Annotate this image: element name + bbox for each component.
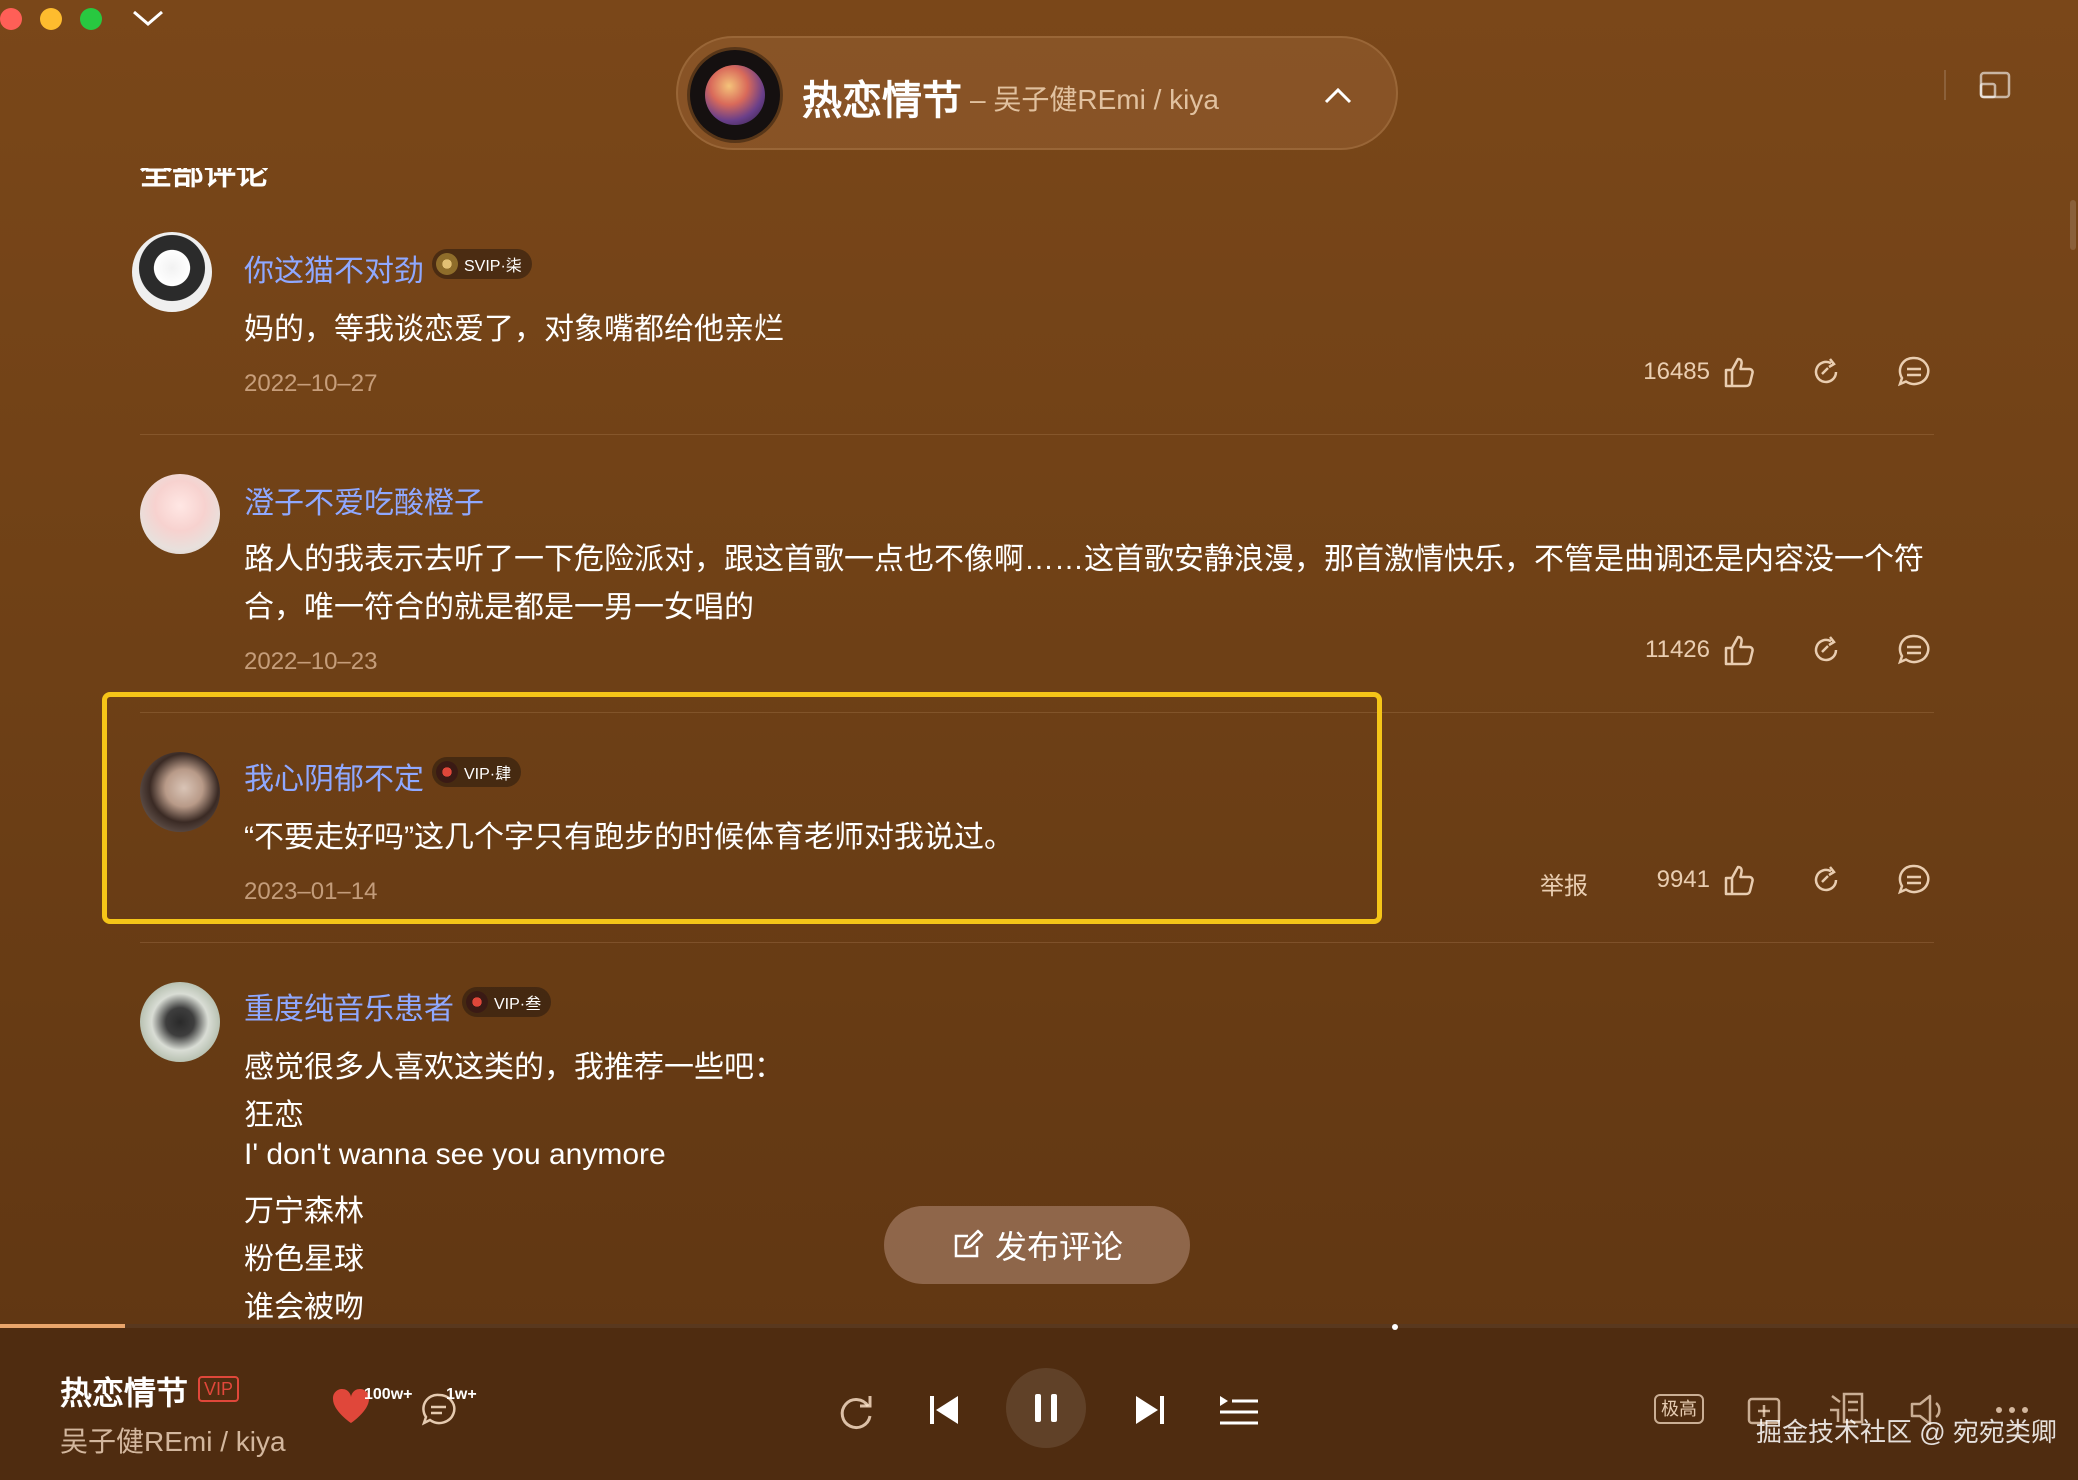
header-song-title: 热恋情节 <box>802 79 962 123</box>
share-icon[interactable] <box>1808 354 1844 390</box>
comment-date: 2023–01–14 <box>244 878 378 905</box>
comment-username[interactable]: 你这猫不对劲 <box>244 246 424 290</box>
mini-mode-icon[interactable] <box>1978 70 2012 100</box>
player-artist[interactable]: 吴子健REmi / kiya <box>60 1420 286 1460</box>
quality-label: 极高 <box>1661 1399 1697 1419</box>
avatar[interactable] <box>140 474 220 554</box>
vip-badge: VIP·肆 <box>432 757 522 787</box>
comment-divider <box>140 942 1934 943</box>
comment-text-line: 狂恋 <box>244 1099 304 1132</box>
thumbs-up-icon[interactable] <box>1720 862 1756 898</box>
like-count: 16485 <box>1643 358 1710 385</box>
close-window-button[interactable] <box>0 8 22 30</box>
comment-text-line: I' don't wanna see you anymore <box>244 1138 666 1171</box>
chevron-up-icon[interactable] <box>1318 76 1358 116</box>
album-art <box>705 65 765 125</box>
comment-username[interactable]: 澄子不爱吃酸橙子 <box>244 478 484 522</box>
progress-track[interactable] <box>0 1324 2078 1328</box>
previous-track-icon[interactable] <box>924 1390 964 1430</box>
repeat-icon[interactable] <box>832 1388 878 1434</box>
next-track-icon[interactable] <box>1130 1390 1170 1430</box>
pause-button[interactable] <box>1006 1368 1086 1448</box>
album-disc <box>690 50 780 140</box>
thumbs-up-icon[interactable] <box>1720 632 1756 668</box>
vip-badge: VIP·叁 <box>462 987 552 1017</box>
like-count: 11426 <box>1645 636 1710 663</box>
comment-text-line: 合，唯一符合的就是都是一男一女唱的 <box>244 591 754 624</box>
share-icon[interactable] <box>1808 632 1844 668</box>
comment-total: 1w+ <box>446 1386 477 1403</box>
avatar[interactable] <box>140 982 220 1062</box>
comment-text-line: 感觉很多人喜欢这类的，我推荐一些吧： <box>244 1051 784 1084</box>
reply-icon[interactable] <box>1896 354 1932 390</box>
pause-icon <box>1035 1394 1057 1422</box>
avatar[interactable] <box>132 232 212 312</box>
now-playing-header[interactable]: 热恋情节 – 吴子健REmi / kiya <box>676 36 1398 150</box>
watermark: 掘金技术社区 @ 宛宛类卿 <box>1756 1417 2057 1447</box>
comment-username[interactable]: 重度纯音乐患者 <box>244 984 454 1028</box>
reply-icon[interactable] <box>1896 862 1932 898</box>
comment-text-line: 路人的我表示去听了一下危险派对，跟这首歌一点也不像啊……这首歌安静浪漫，那首激情… <box>244 543 1924 576</box>
publish-comment-label: 发布评论 <box>994 1229 1123 1265</box>
maximize-window-button[interactable] <box>80 8 102 30</box>
vip-badge-icon <box>466 991 488 1013</box>
comment-text: “不要走好吗”这几个字只有跑步的时候体育老师对我说过。 <box>244 821 1014 854</box>
share-icon[interactable] <box>1808 862 1844 898</box>
comment-text-line: 谁会被吻 <box>244 1291 364 1324</box>
scrollbar-thumb[interactable] <box>2070 200 2076 250</box>
edit-icon <box>954 1229 984 1258</box>
vip-badge-label: VIP·肆 <box>464 766 512 783</box>
vip-tag: VIP <box>198 1376 240 1402</box>
comment-text-line: 万宁森林 <box>244 1195 364 1228</box>
comment-text-line: 粉色星球 <box>244 1243 364 1276</box>
vip-badge-icon <box>436 761 458 783</box>
publish-comment-button[interactable]: 发布评论 <box>884 1206 1190 1284</box>
progress-fill <box>0 1324 125 1328</box>
vip-badge-icon <box>436 253 458 275</box>
progress-marker <box>1392 1324 1398 1330</box>
section-title: 全部评论 <box>140 168 269 191</box>
playlist-icon[interactable] <box>1218 1390 1260 1430</box>
comment-text: 妈的，等我谈恋爱了，对象嘴都给他亲烂 <box>244 313 784 346</box>
avatar[interactable] <box>140 752 220 832</box>
header-divider <box>1944 70 1946 100</box>
vip-badge: SVIP·柒 <box>432 249 532 279</box>
like-total: 100w+ <box>364 1386 413 1403</box>
vip-badge-label: VIP·叁 <box>494 996 542 1013</box>
comment-divider <box>140 434 1934 435</box>
chevron-down-icon[interactable] <box>130 6 166 30</box>
comment-date: 2022–10–27 <box>244 370 378 397</box>
minimize-window-button[interactable] <box>40 8 62 30</box>
player-song-title: 热恋情节 <box>60 1375 189 1411</box>
thumbs-up-icon[interactable] <box>1720 354 1756 390</box>
header-song-artist: – 吴子健REmi / kiya <box>970 84 1219 115</box>
comment-date: 2022–10–23 <box>244 648 378 675</box>
quality-button[interactable]: 极高 <box>1654 1394 1704 1424</box>
report-link[interactable]: 举报 <box>1540 866 1610 901</box>
vip-badge-label: SVIP·柒 <box>464 258 522 275</box>
like-count: 9941 <box>1656 866 1710 893</box>
reply-icon[interactable] <box>1896 632 1932 668</box>
comment-username[interactable]: 我心阴郁不定 <box>244 754 424 798</box>
